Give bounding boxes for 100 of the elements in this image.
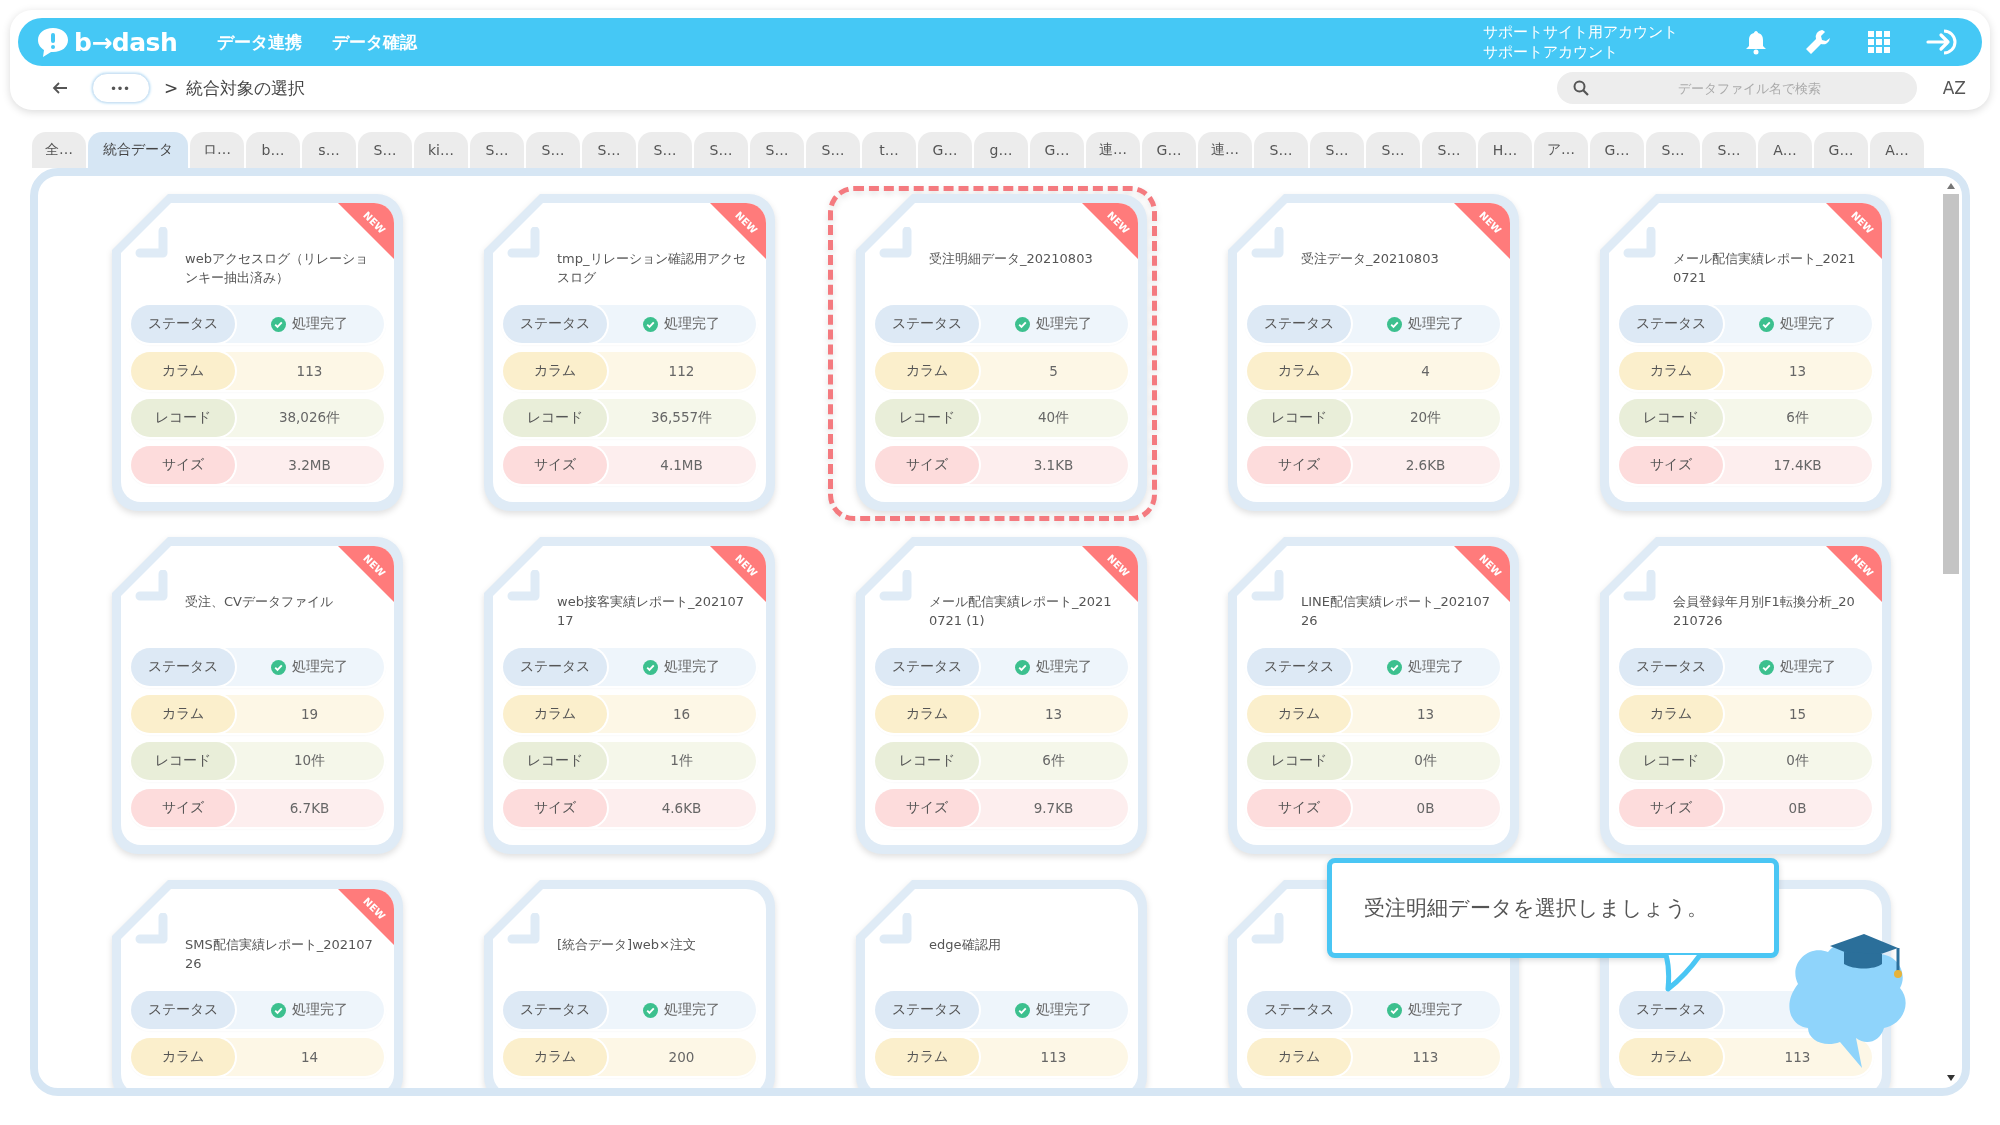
- stat-value: 処理完了: [292, 658, 348, 676]
- file-title: 受注、CVデータファイル: [185, 593, 334, 611]
- stat-label: サイズ: [1619, 789, 1723, 827]
- check-icon: [1387, 316, 1402, 332]
- tab[interactable]: S…: [806, 132, 860, 168]
- speech-bubble-icon: [36, 26, 70, 58]
- stat-label: レコード: [131, 742, 235, 780]
- wrench-icon[interactable]: [1804, 28, 1832, 56]
- stat-label: サイズ: [503, 446, 607, 484]
- stat-label: レコード: [131, 399, 235, 437]
- stat-label: カラム: [1619, 1038, 1723, 1076]
- tab[interactable]: 統合データ: [88, 132, 188, 168]
- scroll-down-icon[interactable]: [1946, 1074, 1956, 1082]
- breadcrumb-current: 統合対象の選択: [186, 76, 306, 100]
- check-icon: [271, 316, 286, 332]
- tab[interactable]: b…: [246, 132, 300, 168]
- tab[interactable]: S…: [526, 132, 580, 168]
- stat-label: カラム: [1619, 352, 1723, 390]
- tab[interactable]: S…: [582, 132, 636, 168]
- stat-label: カラム: [131, 352, 235, 390]
- sort-button[interactable]: AZ: [1938, 78, 1970, 98]
- tab[interactable]: 連…: [1198, 132, 1252, 168]
- stat-label: サイズ: [875, 446, 979, 484]
- tab[interactable]: 連…: [1086, 132, 1140, 168]
- stat-label: ステータス: [1247, 991, 1351, 1029]
- stat-value: 処理完了: [292, 315, 348, 333]
- tab[interactable]: G…: [918, 132, 972, 168]
- stat-value: 処理完了: [664, 1001, 720, 1019]
- tab[interactable]: G…: [1142, 132, 1196, 168]
- file-card[interactable]: edge確認用 ステータス 処理完了 カラム 113: [856, 880, 1147, 1088]
- tab[interactable]: s…: [302, 132, 356, 168]
- stat-label: レコード: [503, 399, 607, 437]
- stat-value: 113: [1784, 1049, 1811, 1065]
- tab[interactable]: S…: [470, 132, 524, 168]
- stat-value: 処理完了: [1780, 658, 1836, 676]
- bell-icon[interactable]: [1744, 29, 1768, 55]
- stat-label: カラム: [1247, 695, 1351, 733]
- stat-label: レコード: [503, 742, 607, 780]
- stat-label: サイズ: [875, 789, 979, 827]
- hint-tooltip: 受注明細データを選択しましょう。: [1327, 858, 1779, 958]
- tab[interactable]: G…: [1814, 132, 1868, 168]
- file-card[interactable]: [統合データ]web×注文 ステータス 処理完了 カラム 200: [484, 880, 775, 1088]
- tab[interactable]: S…: [1310, 132, 1364, 168]
- stat-value: 9.7KB: [1033, 800, 1074, 816]
- check-icon: [271, 659, 286, 675]
- breadcrumb-separator: >: [164, 78, 179, 98]
- tab[interactable]: ア…: [1534, 132, 1588, 168]
- tab[interactable]: S…: [358, 132, 412, 168]
- stat-value: 112: [668, 363, 695, 379]
- stat-value: 113: [296, 363, 323, 379]
- tab[interactable]: t…: [862, 132, 916, 168]
- stat-value: 6件: [1042, 752, 1065, 770]
- stat-value: 113: [1412, 1049, 1439, 1065]
- tab[interactable]: G…: [1590, 132, 1644, 168]
- scrollbar[interactable]: [1942, 182, 1960, 1082]
- stat-value: 処理完了: [664, 658, 720, 676]
- tab[interactable]: S…: [1254, 132, 1308, 168]
- tab[interactable]: g…: [974, 132, 1028, 168]
- check-icon: [643, 659, 658, 675]
- tab[interactable]: S…: [1366, 132, 1420, 168]
- stat-label: カラム: [131, 1038, 235, 1076]
- tab[interactable]: S…: [694, 132, 748, 168]
- stat-value: 0B: [1788, 800, 1807, 816]
- tab[interactable]: A…: [1870, 132, 1924, 168]
- tab[interactable]: S…: [1702, 132, 1756, 168]
- tab[interactable]: S…: [1646, 132, 1700, 168]
- file-title: edge確認用: [929, 936, 1002, 954]
- tab[interactable]: A…: [1758, 132, 1812, 168]
- tab[interactable]: S…: [638, 132, 692, 168]
- stat-label: カラム: [1247, 1038, 1351, 1076]
- tab[interactable]: S…: [750, 132, 804, 168]
- stat-value: 13: [1416, 706, 1435, 722]
- tab[interactable]: 全…: [32, 132, 86, 168]
- grid-icon[interactable]: [1868, 31, 1890, 53]
- stat-value: 処理完了: [292, 1001, 348, 1019]
- tab[interactable]: H…: [1478, 132, 1532, 168]
- search-icon: [1572, 80, 1589, 96]
- more-button[interactable]: •••: [92, 73, 150, 103]
- stat-value: 4: [1421, 363, 1430, 379]
- tab[interactable]: G…: [1030, 132, 1084, 168]
- file-title: 受注データ_20210803: [1301, 250, 1440, 268]
- scroll-up-icon[interactable]: [1946, 182, 1956, 190]
- stat-label: カラム: [875, 352, 979, 390]
- tab[interactable]: ロ…: [190, 132, 244, 168]
- stat-value: 6.7KB: [289, 800, 330, 816]
- stat-value: 3.1KB: [1033, 457, 1074, 473]
- tab[interactable]: S…: [1422, 132, 1476, 168]
- stat-label: レコード: [1619, 399, 1723, 437]
- stat-label: レコード: [1247, 399, 1351, 437]
- scrollbar-thumb[interactable]: [1943, 194, 1959, 574]
- tab[interactable]: ki…: [414, 132, 468, 168]
- stat-value: 16: [672, 706, 691, 722]
- stat-value: 4.6KB: [661, 800, 702, 816]
- stat-label: サイズ: [131, 789, 235, 827]
- stat-value: 13: [1788, 363, 1807, 379]
- stat-label: レコード: [1247, 742, 1351, 780]
- stat-label: カラム: [503, 695, 607, 733]
- stat-value: 4.1MB: [660, 457, 703, 473]
- stat-value: 処理完了: [1036, 315, 1092, 333]
- back-arrow-icon[interactable]: [52, 81, 68, 95]
